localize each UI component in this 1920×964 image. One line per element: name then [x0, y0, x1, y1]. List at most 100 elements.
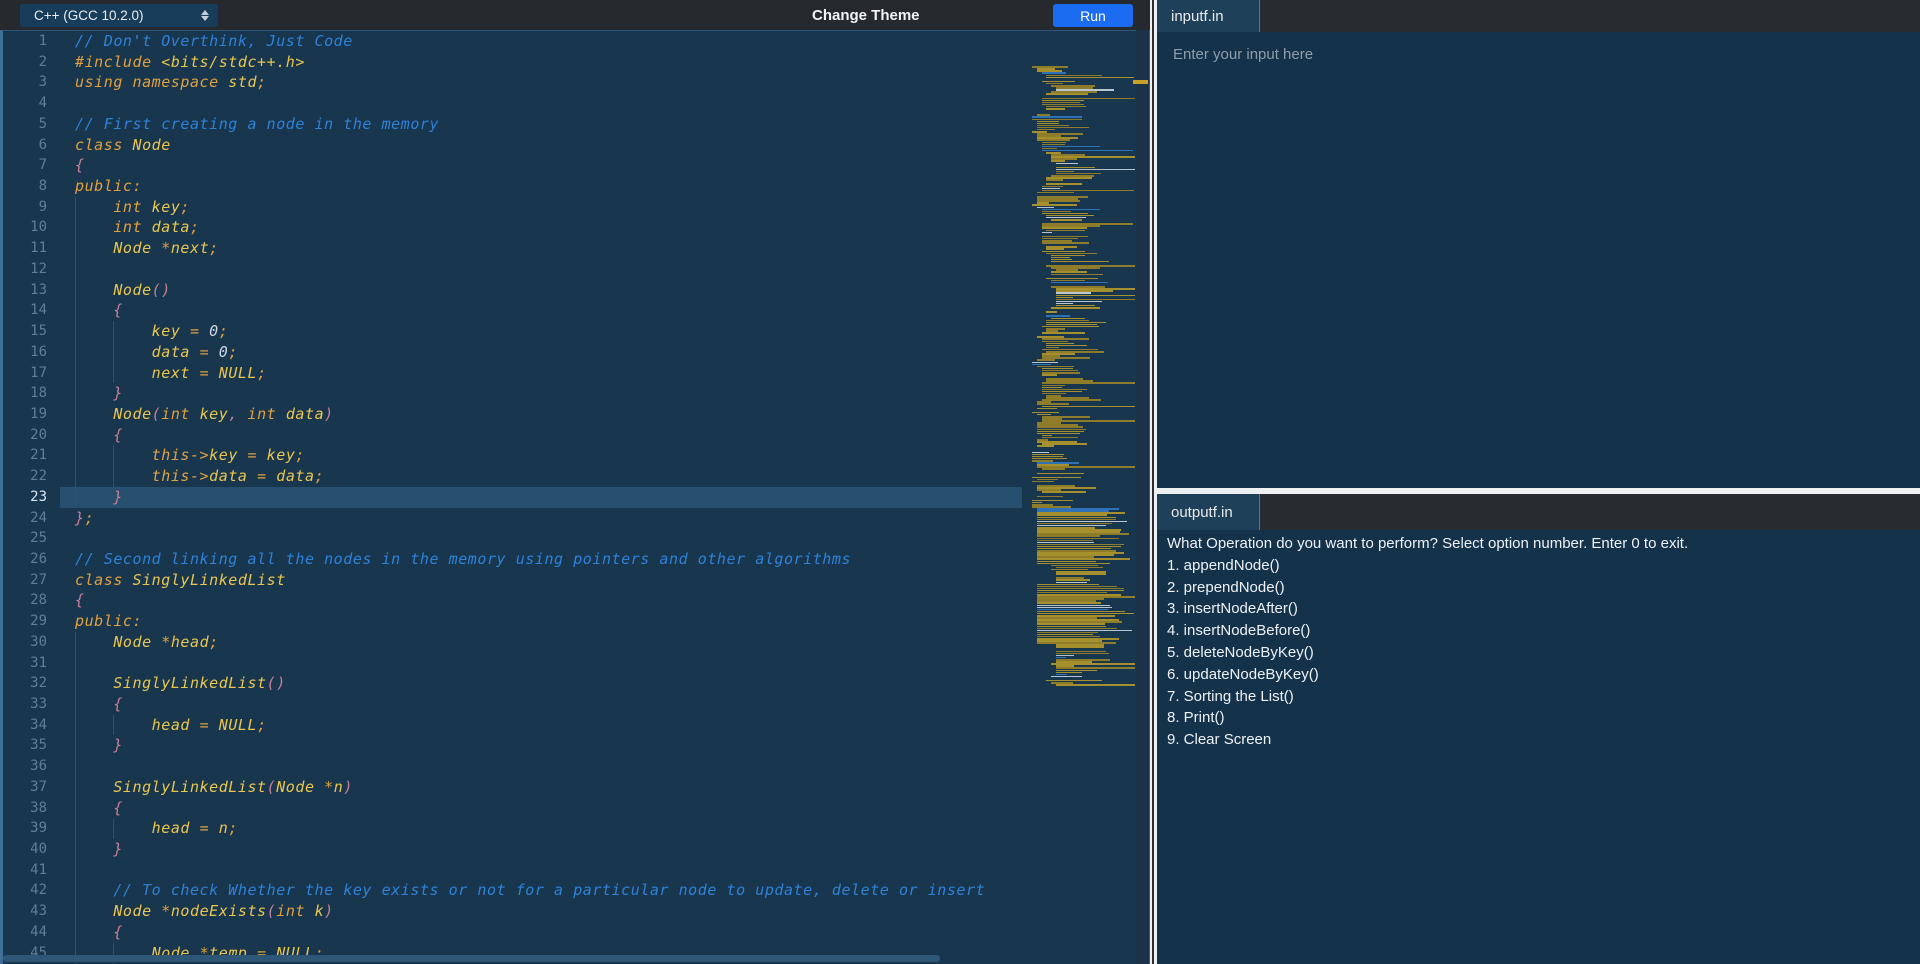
code-line[interactable]: 3using namespace std; — [0, 72, 1136, 93]
run-button[interactable]: Run — [1053, 4, 1133, 27]
minimap-line — [1032, 481, 1054, 483]
vertical-scrollbar[interactable] — [1136, 30, 1150, 964]
indent-guide — [75, 715, 76, 736]
code-line[interactable]: 42 // To check Whether the key exists or… — [0, 880, 1136, 901]
code-line[interactable]: 43 Node *nodeExists(int k) — [0, 901, 1136, 922]
minimap-line — [1042, 491, 1086, 493]
code-line[interactable]: 4 — [0, 93, 1136, 114]
code-line[interactable]: 21 this->key = key; — [0, 445, 1136, 466]
code-text: { — [60, 300, 1022, 321]
code-text: Node *head; — [60, 632, 1022, 653]
code-line[interactable]: 11 Node *next; — [0, 238, 1136, 259]
output-line: What Operation do you want to perform? S… — [1167, 533, 1920, 555]
indent-guide — [75, 798, 76, 819]
tab-outputf-in[interactable]: outputf.in — [1157, 494, 1260, 530]
minimap-line — [1037, 473, 1084, 475]
indent-guide — [75, 694, 76, 715]
panel-divider-vertical[interactable] — [1150, 0, 1157, 964]
line-number: 28 — [0, 590, 60, 611]
code-line[interactable]: 40 } — [0, 839, 1136, 860]
code-line[interactable]: 14 { — [0, 300, 1136, 321]
code-line[interactable]: 41 — [0, 860, 1136, 881]
code-line[interactable]: 22 this->data = data; — [0, 466, 1136, 487]
minimap[interactable] — [1032, 61, 1136, 964]
indent-guide — [113, 715, 114, 736]
code-line[interactable]: 2#include <bits/stdc++.h> — [0, 52, 1136, 73]
code-line[interactable]: 36 — [0, 756, 1136, 777]
code-text: head = n; — [60, 818, 1022, 839]
code-line[interactable]: 8public: — [0, 176, 1136, 197]
output-line: 7. Sorting the List() — [1167, 686, 1920, 708]
code-text: { — [60, 922, 1022, 943]
code-line[interactable]: 33 { — [0, 694, 1136, 715]
indent-guide — [113, 818, 114, 839]
indent-guide — [75, 673, 76, 694]
code-line[interactable]: 16 data = 0; — [0, 342, 1136, 363]
code-line[interactable]: 44 { — [0, 922, 1136, 943]
line-number: 1 — [0, 31, 60, 52]
code-line[interactable]: 26// Second linking all the nodes in the… — [0, 549, 1136, 570]
code-editor[interactable]: 1// Don't Overthink, Just Code2#include … — [0, 30, 1150, 964]
code-text — [60, 860, 1022, 881]
minimap-line — [1051, 307, 1099, 309]
code-line[interactable]: 12 — [0, 259, 1136, 280]
code-line[interactable]: 24}; — [0, 508, 1136, 529]
code-line[interactable]: 30 Node *head; — [0, 632, 1136, 653]
line-number: 18 — [0, 383, 60, 404]
code-line[interactable]: 18 } — [0, 383, 1136, 404]
line-number: 12 — [0, 259, 60, 280]
minimap-line — [1042, 242, 1090, 244]
input-textarea[interactable] — [1157, 32, 1920, 488]
horizontal-scrollbar-thumb[interactable] — [3, 955, 940, 962]
code-line[interactable]: 35 } — [0, 735, 1136, 756]
code-text: { — [60, 425, 1022, 446]
minimap-line — [1056, 163, 1078, 165]
code-line[interactable]: 1// Don't Overthink, Just Code — [0, 31, 1136, 52]
line-number: 29 — [0, 611, 60, 632]
code-text: // First creating a node in the memory — [60, 114, 1022, 135]
code-line[interactable]: 27class SinglyLinkedList — [0, 570, 1136, 591]
code-line[interactable]: 9 int key; — [0, 197, 1136, 218]
code-text — [60, 756, 1022, 777]
code-line[interactable]: 32 SinglyLinkedList() — [0, 673, 1136, 694]
code-text: } — [60, 839, 1022, 860]
indent-guide — [75, 259, 76, 280]
line-number: 5 — [0, 114, 60, 135]
code-line[interactable]: 10 int data; — [0, 217, 1136, 238]
indent-guide — [75, 487, 76, 508]
code-line[interactable]: 34 head = NULL; — [0, 715, 1136, 736]
code-line[interactable]: 29public: — [0, 611, 1136, 632]
code-line[interactable]: 13 Node() — [0, 280, 1136, 301]
code-line[interactable]: 17 next = NULL; — [0, 363, 1136, 384]
tab-inputf-in[interactable]: inputf.in — [1157, 0, 1260, 32]
code-text: Node() — [60, 280, 1022, 301]
code-text: SinglyLinkedList(Node *n) — [60, 777, 1022, 798]
indent-guide — [75, 777, 76, 798]
indent-guide — [75, 363, 76, 384]
line-number: 14 — [0, 300, 60, 321]
output-line: 2. prependNode() — [1167, 577, 1920, 599]
indent-guide — [75, 818, 76, 839]
line-number: 10 — [0, 217, 60, 238]
code-line[interactable]: 20 { — [0, 425, 1136, 446]
language-selector[interactable]: C++ (GCC 10.2.0) — [20, 4, 218, 27]
code-text: } — [60, 383, 1022, 404]
minimap-line — [1042, 332, 1086, 334]
code-line[interactable]: 31 — [0, 653, 1136, 674]
code-line[interactable]: 38 { — [0, 798, 1136, 819]
code-line[interactable]: 7{ — [0, 155, 1136, 176]
code-line[interactable]: 28{ — [0, 590, 1136, 611]
code-line[interactable]: 5// First creating a node in the memory — [0, 114, 1136, 135]
code-line[interactable]: 23 } — [0, 487, 1136, 508]
code-line[interactable]: 19 Node(int key, int data) — [0, 404, 1136, 425]
input-panel-header: inputf.in — [1157, 0, 1920, 32]
code-line[interactable]: 39 head = n; — [0, 818, 1136, 839]
change-theme-button[interactable]: Change Theme — [812, 0, 920, 30]
code-line[interactable]: 37 SinglyLinkedList(Node *n) — [0, 777, 1136, 798]
code-line[interactable]: 6class Node — [0, 135, 1136, 156]
minimap-line — [1051, 274, 1102, 276]
indent-guide — [113, 466, 114, 487]
code-text: this->data = data; — [60, 466, 1022, 487]
code-line[interactable]: 25 — [0, 528, 1136, 549]
code-line[interactable]: 15 key = 0; — [0, 321, 1136, 342]
